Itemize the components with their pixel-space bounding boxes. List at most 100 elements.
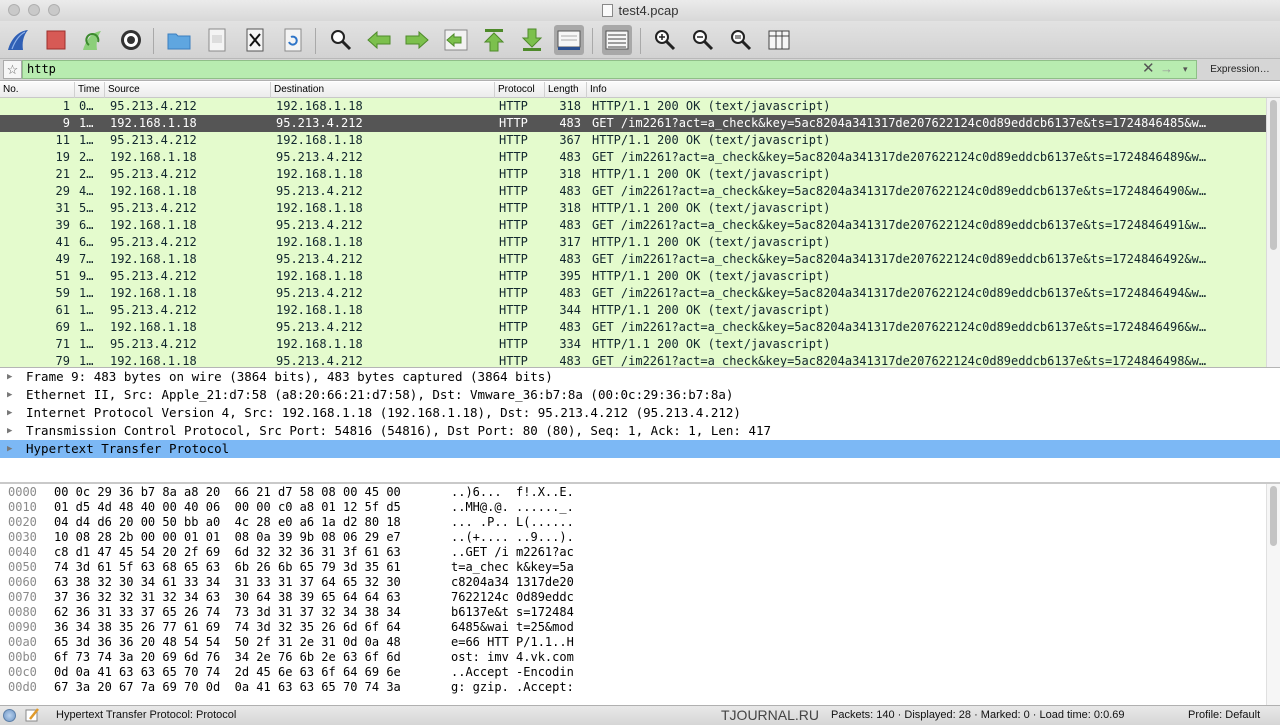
hex-offset[interactable]: 0080 <box>8 605 37 620</box>
hex-offset[interactable]: 00b0 <box>8 650 37 665</box>
ascii-text[interactable]: ost: imv 4.vk.com <box>451 650 574 665</box>
detail-tree-item[interactable]: ▶ Frame 9: 483 bytes on wire (3864 bits),… <box>0 368 1280 386</box>
apply-filter-icon[interactable]: → <box>1160 60 1173 78</box>
ascii-text[interactable]: ..MH@.@. ......_. <box>451 500 574 515</box>
expand-triangle-icon[interactable]: ▶ <box>7 422 17 440</box>
ascii-text[interactable]: ... .P.. L(...... <box>451 515 574 530</box>
search-icon[interactable] <box>326 25 356 55</box>
hex-bytes[interactable]: 00 0c 29 36 b7 8a a8 20 66 21 d7 58 08 0… <box>54 485 401 500</box>
hex-bytes[interactable]: 01 d5 4d 48 40 00 40 06 00 00 c0 a8 01 1… <box>54 500 401 515</box>
packet-row[interactable]: 11 1… 95.213.4.212 192.168.1.18 HTTP 367 HTTP/… <box>0 132 1266 149</box>
folder-open-icon[interactable] <box>164 25 194 55</box>
profile-selector[interactable]: Profile: Default <box>1188 709 1260 721</box>
autoscroll-icon[interactable] <box>554 25 584 55</box>
ascii-text[interactable]: g: gzip. .Accept: <box>451 680 574 695</box>
hex-offset[interactable]: 0040 <box>8 545 37 560</box>
hex-bytes[interactable]: 36 34 38 35 26 77 61 69 74 3d 32 35 26 6… <box>54 620 401 635</box>
ascii-text[interactable]: 6485&wai t=25&mod <box>451 620 574 635</box>
clear-filter-icon[interactable]: ✕ <box>1142 60 1155 78</box>
column-header-time[interactable]: Time <box>75 82 105 98</box>
ascii-text[interactable]: b6137e&t s=172484 <box>451 605 574 620</box>
column-header-destination[interactable]: Destination <box>271 82 495 98</box>
detail-tree-item[interactable]: ▶ Transmission Control Protocol, Src Port… <box>0 422 1280 440</box>
ascii-text[interactable]: ..Accept -Encodin <box>451 665 574 680</box>
expand-triangle-icon[interactable]: ▶ <box>7 386 17 404</box>
packet-row[interactable]: 9 1… 192.168.1.18 95.213.4.212 HTTP 483 GET /i… <box>0 115 1266 132</box>
capture-comment-icon[interactable] <box>24 707 40 723</box>
ascii-text[interactable]: t=a_chec k&key=5a <box>451 560 574 575</box>
shark-fin-start-icon[interactable] <box>4 25 34 55</box>
ascii-text[interactable]: ..)6... f!.X..E. <box>451 485 574 500</box>
expert-info-icon[interactable] <box>3 709 16 722</box>
hex-offset[interactable]: 00d0 <box>8 680 37 695</box>
hex-bytes[interactable]: 74 3d 61 5f 63 68 65 63 6b 26 6b 65 79 3… <box>54 560 401 575</box>
packet-row[interactable]: 71 1… 95.213.4.212 192.168.1.18 HTTP 334 HTTP/… <box>0 336 1266 353</box>
arrow-back-icon[interactable] <box>364 25 394 55</box>
hex-offset[interactable]: 00a0 <box>8 635 37 650</box>
packet-row[interactable]: 79 1… 192.168.1.18 95.213.4.212 HTTP 483 GET /… <box>0 353 1266 367</box>
packet-row[interactable]: 41 6… 95.213.4.212 192.168.1.18 HTTP 317 HTTP/… <box>0 234 1266 251</box>
column-header-no[interactable]: No. <box>0 82 75 98</box>
bytes-scrollbar[interactable] <box>1266 484 1280 705</box>
packet-row[interactable]: 39 6… 192.168.1.18 95.213.4.212 HTTP 483 GET /… <box>0 217 1266 234</box>
ascii-text[interactable]: c8204a34 1317de20 <box>451 575 574 590</box>
hex-bytes[interactable]: 6f 73 74 3a 20 69 6d 76 34 2e 76 6b 2e 6… <box>54 650 401 665</box>
packet-row[interactable]: 61 1… 95.213.4.212 192.168.1.18 HTTP 344 HTTP/… <box>0 302 1266 319</box>
hex-offset[interactable]: 0050 <box>8 560 37 575</box>
hex-bytes[interactable]: 67 3a 20 67 7a 69 70 0d 0a 41 63 63 65 7… <box>54 680 401 695</box>
scrollbar-thumb[interactable] <box>1270 100 1277 250</box>
packet-list-scrollbar[interactable] <box>1266 98 1280 367</box>
arrow-forward-icon[interactable] <box>402 25 432 55</box>
hex-offset[interactable]: 00c0 <box>8 665 37 680</box>
expand-triangle-icon[interactable]: ▶ <box>7 404 17 422</box>
packet-row[interactable]: 1 0… 95.213.4.212 192.168.1.18 HTTP 318 HTTP/1… <box>0 98 1266 115</box>
expression-button[interactable]: Expression… <box>1200 59 1280 80</box>
packet-row[interactable]: 69 1… 192.168.1.18 95.213.4.212 HTTP 483 GET /… <box>0 319 1266 336</box>
filter-bookmark-icon[interactable]: ☆ <box>3 60 22 79</box>
packet-row[interactable]: 29 4… 192.168.1.18 95.213.4.212 HTTP 483 GET /… <box>0 183 1266 200</box>
go-to-packet-icon[interactable] <box>441 25 471 55</box>
close-file-icon[interactable] <box>240 25 270 55</box>
packet-row[interactable]: 49 7… 192.168.1.18 95.213.4.212 HTTP 483 GET /… <box>0 251 1266 268</box>
last-packet-icon[interactable] <box>517 25 547 55</box>
detail-tree-item[interactable]: ▶ Hypertext Transfer Protocol <box>0 440 1280 458</box>
stop-icon[interactable] <box>41 25 71 55</box>
expand-triangle-icon[interactable]: ▶ <box>7 440 17 458</box>
gear-options-icon[interactable] <box>116 25 146 55</box>
ascii-text[interactable]: ..GET /i m2261?ac <box>451 545 574 560</box>
reload-icon[interactable] <box>278 25 308 55</box>
expand-triangle-icon[interactable]: ▶ <box>7 368 17 386</box>
hex-offset[interactable]: 0060 <box>8 575 37 590</box>
hex-offset[interactable]: 0000 <box>8 485 37 500</box>
zoom-in-icon[interactable] <box>650 25 680 55</box>
zoom-out-icon[interactable] <box>688 25 718 55</box>
display-filter-input[interactable]: http <box>22 60 1197 79</box>
hex-offset[interactable]: 0010 <box>8 500 37 515</box>
hex-bytes[interactable]: 0d 0a 41 63 63 65 70 74 2d 45 6e 63 6f 6… <box>54 665 401 680</box>
resize-columns-icon[interactable] <box>764 25 794 55</box>
ascii-text[interactable]: 7622124c 0d89eddc <box>451 590 574 605</box>
packet-row[interactable]: 51 9… 95.213.4.212 192.168.1.18 HTTP 395 HTTP/… <box>0 268 1266 285</box>
first-packet-icon[interactable] <box>479 25 509 55</box>
shark-fin-restart-icon[interactable] <box>78 25 108 55</box>
hex-offset[interactable]: 0070 <box>8 590 37 605</box>
column-header-info[interactable]: Info <box>587 82 1266 98</box>
packet-row[interactable]: 19 2… 192.168.1.18 95.213.4.212 HTTP 483 GET /… <box>0 149 1266 166</box>
hex-bytes[interactable]: c8 d1 47 45 54 20 2f 69 6d 32 32 36 31 3… <box>54 545 401 560</box>
hex-bytes[interactable]: 63 38 32 30 34 61 33 34 31 33 31 37 64 6… <box>54 575 401 590</box>
column-header-source[interactable]: Source <box>105 82 271 98</box>
scrollbar-thumb[interactable] <box>1270 486 1277 546</box>
hex-bytes[interactable]: 04 d4 d6 20 00 50 bb a0 4c 28 e0 a6 1a d… <box>54 515 401 530</box>
packet-row[interactable]: 31 5… 95.213.4.212 192.168.1.18 HTTP 318 HTTP/… <box>0 200 1266 217</box>
hex-bytes[interactable]: 65 3d 36 36 20 48 54 54 50 2f 31 2e 31 0… <box>54 635 401 650</box>
hex-bytes[interactable]: 62 36 31 33 37 65 26 74 73 3d 31 37 32 3… <box>54 605 401 620</box>
detail-tree-item[interactable]: ▶ Internet Protocol Version 4, Src: 192.1… <box>0 404 1280 422</box>
column-header-length[interactable]: Length <box>545 82 587 98</box>
hex-bytes[interactable]: 37 36 32 32 31 32 34 63 30 64 38 39 65 6… <box>54 590 401 605</box>
packet-row[interactable]: 21 2… 95.213.4.212 192.168.1.18 HTTP 318 HTTP/… <box>0 166 1266 183</box>
document-icon[interactable] <box>202 25 232 55</box>
colorize-icon[interactable] <box>602 25 632 55</box>
ascii-text[interactable]: e=66 HTT P/1.1..H <box>451 635 574 650</box>
hex-offset[interactable]: 0020 <box>8 515 37 530</box>
hex-bytes[interactable]: 10 08 28 2b 00 00 01 01 08 0a 39 9b 08 0… <box>54 530 401 545</box>
